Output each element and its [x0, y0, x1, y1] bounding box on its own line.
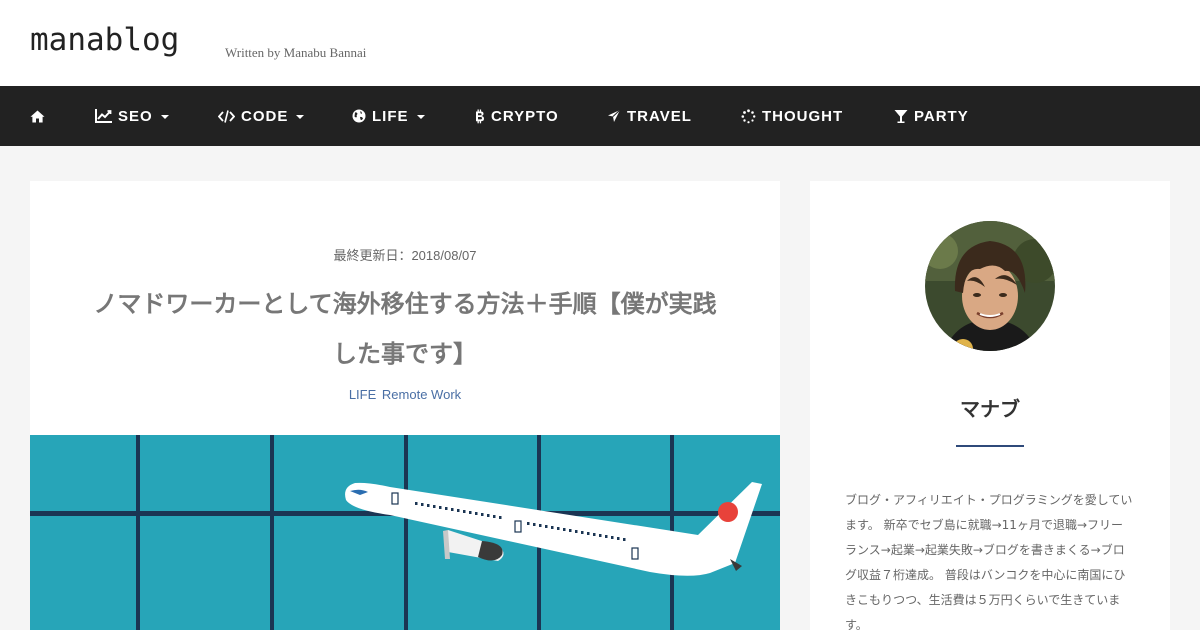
tag-link[interactable]: LIFE [349, 387, 376, 402]
author-bio-line: ランス→起業→起業失敗→ブログを書きまくる→ブロ [845, 543, 1125, 557]
nav-item-travel[interactable]: TRAVEL [607, 86, 692, 146]
post-title[interactable]: ノマドワーカーとして海外移住する方法＋手順【僕が実践 した事です】 [70, 279, 740, 379]
home-icon [30, 110, 45, 123]
nav-home[interactable] [30, 86, 51, 146]
title-divider [956, 445, 1024, 447]
nav-item-life[interactable]: LIFE [352, 86, 425, 146]
nav-item-code[interactable]: CODE [218, 86, 305, 146]
site-tagline: Written by Manabu Bannai [225, 45, 367, 60]
spinner-icon [741, 108, 756, 124]
nav-label: LIFE [372, 107, 409, 125]
site-header: manablog Written by Manabu Bannai [0, 0, 1200, 86]
main-navigation: SEO CODE LIFE CRYPTO TRAVEL THOUGHT PART… [0, 86, 1200, 146]
code-icon [218, 109, 235, 123]
nav-label: PARTY [914, 107, 969, 125]
hero-image-airplane[interactable] [30, 435, 780, 630]
chevron-down-icon [160, 115, 169, 119]
tag-link[interactable]: Remote Work [382, 387, 461, 402]
author-avatar[interactable] [925, 221, 1055, 351]
chart-line-icon [95, 109, 112, 123]
author-profile-card: マナブ ブログ・アフィリエイト・プログラミングを愛してい ます。 新卒でセブ島に… [810, 181, 1170, 630]
globe-icon [352, 109, 366, 123]
nav-item-thought[interactable]: THOUGHT [741, 86, 843, 146]
post-tags: LIFE Remote Work [30, 387, 780, 402]
plane-icon [607, 109, 621, 123]
nav-label: SEO [118, 107, 153, 125]
nav-label: TRAVEL [627, 107, 692, 125]
post-updated-date: 最終更新日：2018/08/07 [333, 248, 477, 263]
nav-label: CRYPTO [491, 107, 559, 125]
post-title-line: ノマドワーカーとして海外移住する方法＋手順【僕が実践 [93, 290, 717, 318]
post-title-line: した事です】 [333, 340, 477, 368]
author-name: マナブ [960, 397, 1020, 421]
site-logo[interactable]: manablog [30, 22, 179, 58]
nav-item-crypto[interactable]: CRYPTO [474, 86, 559, 146]
chevron-down-icon [416, 115, 425, 119]
author-bio-line: グ収益７桁達成。 普段はバンコクを中心に南国にひ [845, 568, 1126, 582]
nav-item-party[interactable]: PARTY [894, 86, 969, 146]
author-bio-line: きこもりつつ、生活費は５万円くらいで生きていま [845, 593, 1121, 607]
nav-label: THOUGHT [762, 107, 844, 125]
nav-label: CODE [241, 107, 289, 125]
author-bio: ブログ・アフィリエイト・プログラミングを愛してい ます。 新卒でセブ島に就職→1… [845, 488, 1137, 630]
chevron-down-icon [296, 115, 305, 119]
author-bio-line: ブログ・アフィリエイト・プログラミングを愛してい [845, 493, 1133, 507]
article-card: 最終更新日：2018/08/07 ノマドワーカーとして海外移住する方法＋手順【僕… [30, 181, 780, 630]
nav-item-seo[interactable]: SEO [95, 86, 169, 146]
author-bio-line: ます。 新卒でセブ島に就職→11ヶ月で退職→フリー [845, 518, 1123, 532]
bitcoin-icon [474, 109, 485, 124]
cocktail-icon [894, 109, 908, 124]
author-bio-line: す。 [845, 618, 868, 630]
